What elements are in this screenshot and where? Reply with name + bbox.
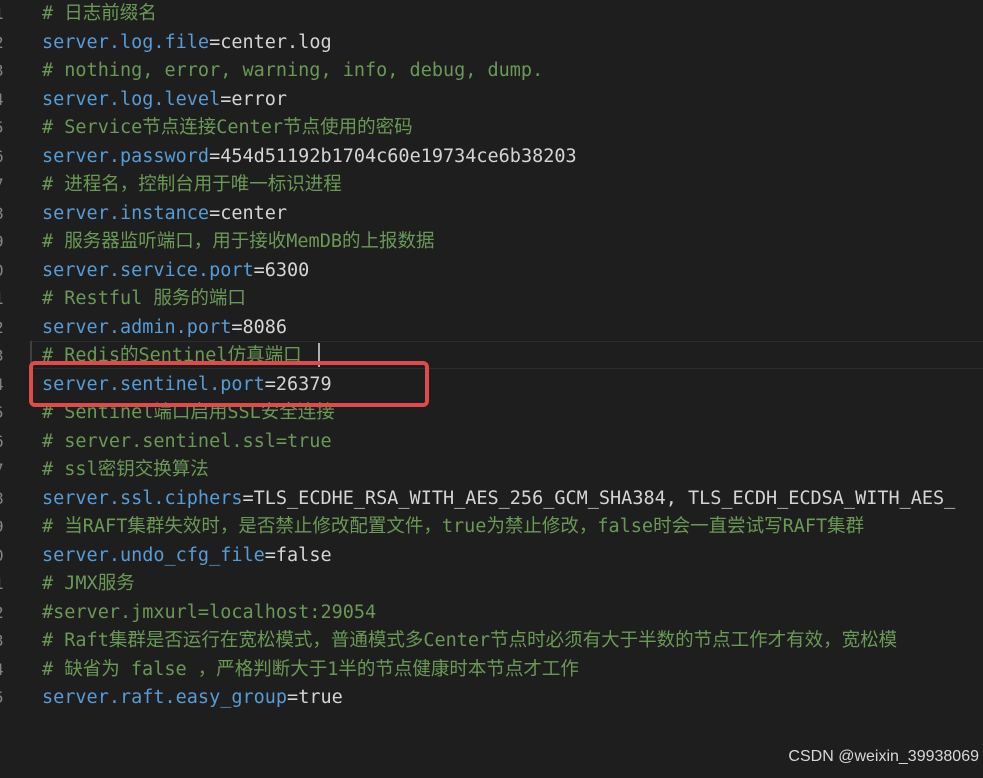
comment-text: # JMX服务 bbox=[42, 573, 135, 594]
line-number: 8 bbox=[0, 485, 4, 513]
comment-text: # 进程名，控制台用于唯一标识进程 bbox=[42, 174, 342, 195]
comment-line[interactable]: # 当RAFT集群失效时，是否禁止修改配置文件，true为禁止修改，false时… bbox=[42, 513, 864, 541]
equals-sign: = bbox=[242, 487, 254, 509]
line-number: 0 bbox=[0, 542, 4, 570]
comment-line[interactable]: # 服务器监听端口，用于接收MemDB的上报数据 bbox=[42, 228, 434, 256]
config-key: server.service.port bbox=[42, 259, 254, 281]
watermark: CSDN @weixin_39938069 bbox=[788, 748, 979, 765]
config-value: error bbox=[231, 88, 288, 110]
comment-line[interactable]: # Raft集群是否运行在宽松模式，普通模式多Center节点时必须有大于半数的… bbox=[42, 627, 897, 655]
config-key: server.undo_cfg_file bbox=[42, 544, 265, 566]
config-line[interactable]: server.instance=center bbox=[42, 200, 287, 228]
comment-text: # 当RAFT集群失效时，是否禁止修改配置文件，true为禁止修改，false时… bbox=[42, 516, 865, 537]
line-number: 5 bbox=[0, 399, 4, 427]
comment-text: # nothing, error, warning, info, debug, … bbox=[42, 60, 544, 81]
line-number: 5 bbox=[0, 684, 4, 712]
config-value: true bbox=[298, 687, 343, 708]
config-value: false bbox=[275, 544, 332, 566]
line-number: 3 bbox=[0, 342, 4, 370]
line-number: 1 bbox=[0, 570, 4, 598]
equals-sign: = bbox=[220, 88, 232, 110]
config-key: server.instance bbox=[42, 202, 210, 224]
comment-text: # server.sentinel.ssl=true bbox=[42, 430, 332, 452]
line-number: 9 bbox=[0, 513, 4, 541]
line-number: 2 bbox=[0, 314, 4, 342]
comment-line[interactable]: # 缺省为 false ，严格判断大于1半的节点健康时本节点才工作 bbox=[42, 656, 579, 684]
config-line[interactable]: server.admin.port=8086 bbox=[42, 314, 287, 342]
line-number: 9 bbox=[0, 228, 4, 256]
equals-sign: = bbox=[209, 31, 221, 53]
comment-line[interactable]: # Restful 服务的端口 bbox=[42, 285, 246, 313]
line-number-gutter: 1234567890123456789012345 bbox=[0, 0, 8, 778]
line-number: 2 bbox=[0, 599, 4, 627]
config-line[interactable]: server.log.file=center.log bbox=[42, 29, 332, 57]
comment-line[interactable]: # 进程名，控制台用于唯一标识进程 bbox=[42, 171, 342, 199]
line-number: 1 bbox=[0, 0, 4, 28]
comment-text: # 日志前缀名 bbox=[42, 3, 157, 24]
comment-text: # ssl密钥交换算法 bbox=[42, 459, 209, 480]
config-key: server.raft.easy_group bbox=[42, 687, 288, 708]
line-number: 2 bbox=[0, 29, 4, 57]
config-value: 6300 bbox=[264, 259, 310, 281]
config-value: center.log bbox=[220, 31, 332, 53]
comment-line[interactable]: # nothing, error, warning, info, debug, … bbox=[42, 57, 543, 85]
config-line[interactable]: server.service.port=6300 bbox=[42, 257, 309, 285]
line-number: 4 bbox=[0, 371, 4, 399]
comment-line[interactable]: # ssl密钥交换算法 bbox=[42, 456, 209, 484]
line-number: 3 bbox=[0, 627, 4, 655]
config-value: 454d51192b1704c60e19734ce6b38203 bbox=[220, 145, 577, 167]
comment-text: # Restful 服务的端口 bbox=[42, 288, 246, 309]
config-value: center bbox=[220, 202, 288, 224]
line-number: 0 bbox=[0, 257, 4, 285]
equals-sign: = bbox=[209, 145, 221, 167]
comment-text: #server.jmxurl=localhost:29054 bbox=[42, 601, 377, 623]
line-number: 3 bbox=[0, 57, 4, 85]
config-value: 8086 bbox=[242, 316, 288, 338]
comment-line[interactable]: # server.sentinel.ssl=true bbox=[42, 428, 332, 456]
line-number: 5 bbox=[0, 114, 4, 142]
line-number: 4 bbox=[0, 656, 4, 684]
config-line[interactable]: server.undo_cfg_file=false bbox=[42, 542, 332, 570]
comment-text: # Raft集群是否运行在宽松模式，普通模式多Center节点时必须有大于半数的… bbox=[42, 630, 898, 651]
equals-sign: = bbox=[287, 687, 299, 708]
config-key: server.password bbox=[42, 145, 210, 167]
equals-sign: = bbox=[253, 259, 265, 281]
comment-line[interactable]: # 日志前缀名 bbox=[42, 0, 157, 28]
line-number: 6 bbox=[0, 428, 4, 456]
line-number: 4 bbox=[0, 86, 4, 114]
line-number: 6 bbox=[0, 143, 4, 171]
equals-sign: = bbox=[264, 544, 276, 566]
comment-text: # 服务器监听端口，用于接收MemDB的上报数据 bbox=[42, 231, 435, 252]
line-number: 7 bbox=[0, 171, 4, 199]
equals-sign: = bbox=[231, 316, 243, 338]
config-line[interactable]: server.log.level=error bbox=[42, 86, 287, 114]
config-key: server.log.level bbox=[42, 88, 221, 110]
equals-sign: = bbox=[209, 202, 221, 224]
config-key: server.log.file bbox=[42, 31, 210, 53]
config-line[interactable]: server.password=454d51192b1704c60e19734c… bbox=[42, 143, 577, 171]
comment-line[interactable]: #server.jmxurl=localhost:29054 bbox=[42, 599, 376, 627]
line-number: 8 bbox=[0, 200, 4, 228]
config-line[interactable]: server.raft.easy_group=true bbox=[42, 684, 343, 712]
line-number: 7 bbox=[0, 456, 4, 484]
comment-line[interactable]: # JMX服务 bbox=[42, 570, 135, 598]
comment-text: # 缺省为 false ，严格判断大于1半的节点健康时本节点才工作 bbox=[42, 658, 579, 680]
config-key: server.admin.port bbox=[42, 316, 232, 338]
annotation-highlight-box bbox=[29, 361, 429, 407]
code-editor[interactable]: 1234567890123456789012345 # 日志前缀名server.… bbox=[0, 0, 983, 778]
comment-text: # Service节点连接Center节点使用的密码 bbox=[42, 117, 413, 138]
config-key: server.ssl.ciphers bbox=[42, 487, 243, 509]
line-number: 1 bbox=[0, 285, 4, 313]
comment-line[interactable]: # Service节点连接Center节点使用的密码 bbox=[42, 114, 413, 142]
config-value: TLS_ECDHE_RSA_WITH_AES_256_GCM_SHA384, T… bbox=[253, 487, 956, 509]
config-line[interactable]: server.ssl.ciphers=TLS_ECDHE_RSA_WITH_AE… bbox=[42, 485, 955, 513]
